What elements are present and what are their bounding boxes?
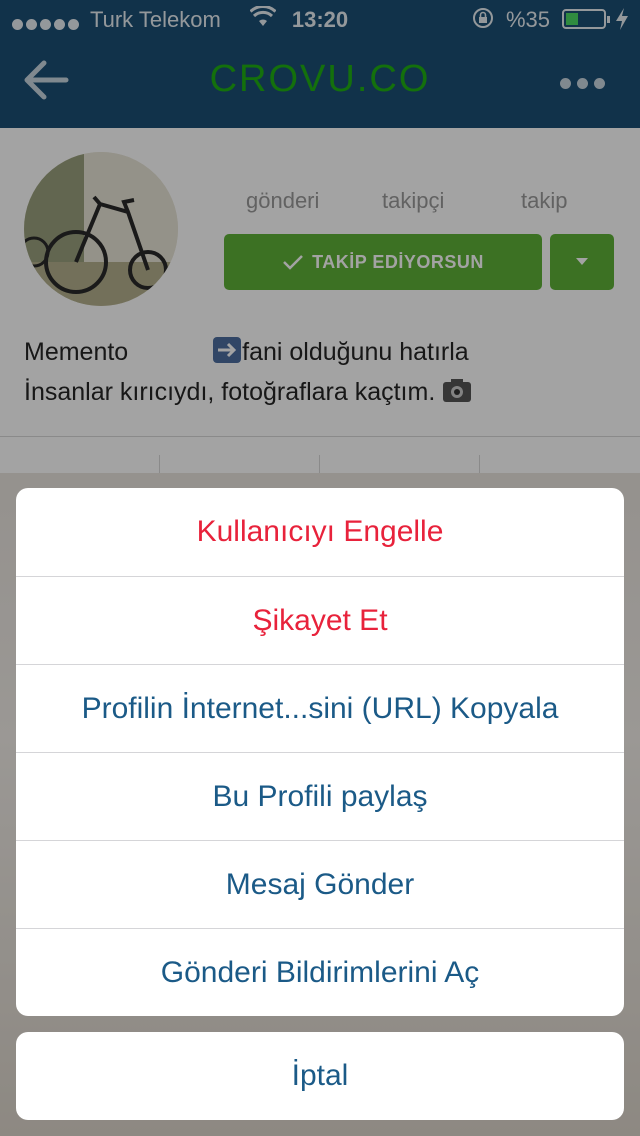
- share-profile-button[interactable]: Bu Profili paylaş: [16, 752, 624, 840]
- block-user-button[interactable]: Kullanıcıyı Engelle: [16, 488, 624, 576]
- turn-on-post-notifications-button[interactable]: Gönderi Bildirimlerini Aç: [16, 928, 624, 1016]
- action-sheet: Kullanıcıyı Engelle Şikayet Et Profilin …: [16, 488, 624, 1016]
- copy-profile-url-button[interactable]: Profilin İnternet...sini (URL) Kopyala: [16, 664, 624, 752]
- cancel-button[interactable]: İptal: [16, 1032, 624, 1120]
- send-message-button[interactable]: Mesaj Gönder: [16, 840, 624, 928]
- report-button[interactable]: Şikayet Et: [16, 576, 624, 664]
